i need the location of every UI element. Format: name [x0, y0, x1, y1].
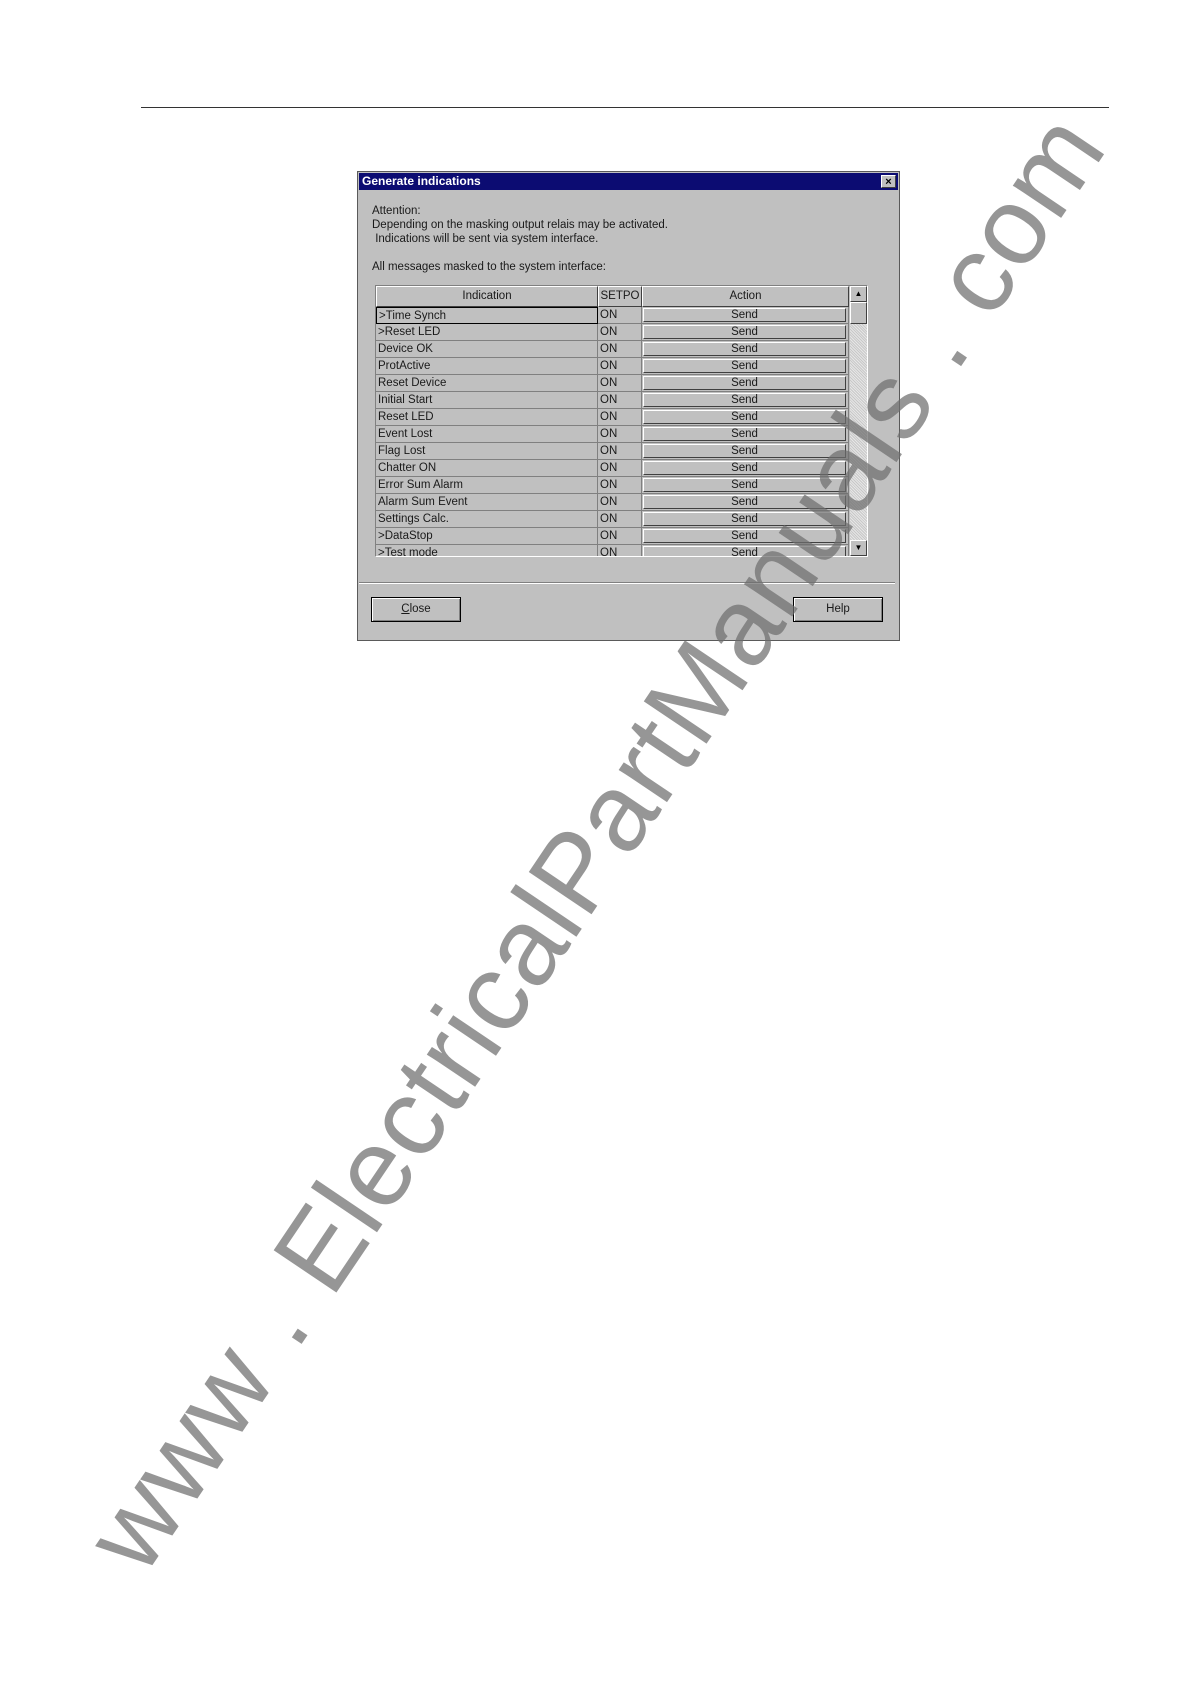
action-cell: Send	[642, 443, 849, 460]
warning-text: Depending on the masking output relais m…	[372, 219, 668, 231]
table-row[interactable]: >Test mode ON Send	[376, 545, 849, 556]
attention-label: Attention:	[372, 205, 421, 217]
value-cell[interactable]: ON	[598, 341, 642, 358]
indication-cell[interactable]: >Test mode	[376, 545, 598, 556]
indication-cell[interactable]: Alarm Sum Event	[376, 494, 598, 511]
value-cell[interactable]: ON	[598, 426, 642, 443]
close-button-label: lose	[409, 603, 431, 615]
table-row[interactable]: Chatter ON ON Send	[376, 460, 849, 477]
value-cell[interactable]: ON	[598, 494, 642, 511]
indication-cell[interactable]: ProtActive	[376, 358, 598, 375]
generate-indications-dialog: Generate indications × Attention: Depend…	[357, 171, 900, 641]
action-cell: Send	[642, 324, 849, 341]
indications-table-body: Indication SETPO Action >Time Synch ON Sen…	[376, 286, 849, 556]
indication-cell[interactable]: >DataStop	[376, 528, 598, 545]
close-button[interactable]: Close	[371, 597, 461, 622]
scroll-down-icon[interactable]: ▼	[850, 540, 867, 556]
value-cell[interactable]: ON	[598, 324, 642, 341]
table-row[interactable]: Reset LED ON Send	[376, 409, 849, 426]
action-cell: Send	[642, 477, 849, 494]
close-icon[interactable]: ×	[881, 175, 896, 188]
action-cell: Send	[642, 375, 849, 392]
table-row[interactable]: Event Lost ON Send	[376, 426, 849, 443]
indication-cell[interactable]: Event Lost	[376, 426, 598, 443]
table-row[interactable]: >DataStop ON Send	[376, 528, 849, 545]
table-row[interactable]: Device OK ON Send	[376, 341, 849, 358]
send-button[interactable]: Send	[643, 359, 846, 373]
column-header-value[interactable]: SETPO	[598, 286, 642, 307]
table-row[interactable]: Reset Device ON Send	[376, 375, 849, 392]
send-button[interactable]: Send	[643, 546, 846, 556]
action-cell: Send	[642, 358, 849, 375]
dialog-titlebar[interactable]: Generate indications ×	[359, 173, 898, 190]
table-row[interactable]: >Reset LED ON Send	[376, 324, 849, 341]
send-button[interactable]: Send	[643, 308, 846, 322]
indication-cell[interactable]: Initial Start	[376, 392, 598, 409]
table-caption: All messages masked to the system interf…	[372, 261, 606, 273]
action-cell: Send	[642, 426, 849, 443]
send-button[interactable]: Send	[643, 478, 846, 492]
table-row[interactable]: ProtActive ON Send	[376, 358, 849, 375]
value-cell[interactable]: ON	[598, 545, 642, 556]
help-button[interactable]: Help	[793, 597, 883, 622]
indication-cell[interactable]: Settings Calc.	[376, 511, 598, 528]
value-cell[interactable]: ON	[598, 358, 642, 375]
value-cell[interactable]: ON	[598, 443, 642, 460]
dialog-separator	[359, 582, 895, 584]
send-button[interactable]: Send	[643, 427, 846, 441]
table-row[interactable]: Flag Lost ON Send	[376, 443, 849, 460]
indication-cell[interactable]: Chatter ON	[376, 460, 598, 477]
send-button[interactable]: Send	[643, 495, 846, 509]
table-vertical-scrollbar[interactable]: ▲ ▼	[850, 286, 867, 556]
indication-cell[interactable]: Reset LED	[376, 409, 598, 426]
indications-table[interactable]: Indication SETPO Action >Time Synch ON Sen…	[375, 285, 868, 557]
send-button[interactable]: Send	[643, 376, 846, 390]
send-button[interactable]: Send	[643, 342, 846, 356]
indication-cell[interactable]: Error Sum Alarm	[376, 477, 598, 494]
table-row[interactable]: Settings Calc. ON Send	[376, 511, 849, 528]
table-row[interactable]: Initial Start ON Send	[376, 392, 849, 409]
indication-cell[interactable]: Device OK	[376, 341, 598, 358]
value-cell[interactable]: ON	[598, 392, 642, 409]
send-button[interactable]: Send	[643, 461, 846, 475]
action-cell: Send	[642, 392, 849, 409]
page-top-rule	[141, 107, 1109, 108]
send-button[interactable]: Send	[643, 444, 846, 458]
action-cell: Send	[642, 341, 849, 358]
action-cell: Send	[642, 511, 849, 528]
column-header-indication[interactable]: Indication	[376, 286, 598, 307]
close-button-accelerator: C	[401, 603, 410, 615]
column-header-action[interactable]: Action	[642, 286, 849, 307]
table-row[interactable]: >Time Synch ON Send	[376, 307, 849, 324]
value-cell[interactable]: ON	[598, 375, 642, 392]
value-cell[interactable]: ON	[598, 477, 642, 494]
scroll-thumb[interactable]	[850, 302, 867, 324]
value-cell[interactable]: ON	[598, 460, 642, 477]
action-cell: Send	[642, 460, 849, 477]
action-cell: Send	[642, 528, 849, 545]
send-button[interactable]: Send	[643, 529, 846, 543]
send-button[interactable]: Send	[643, 393, 846, 407]
send-button[interactable]: Send	[643, 410, 846, 424]
indication-cell[interactable]: >Time Synch	[376, 307, 598, 324]
action-cell: Send	[642, 307, 849, 324]
value-cell[interactable]: ON	[598, 409, 642, 426]
value-cell[interactable]: ON	[598, 307, 642, 324]
action-cell: Send	[642, 494, 849, 511]
dialog-title: Generate indications	[362, 174, 481, 188]
indication-cell[interactable]: Reset Device	[376, 375, 598, 392]
indication-cell[interactable]: >Reset LED	[376, 324, 598, 341]
table-row[interactable]: Error Sum Alarm ON Send	[376, 477, 849, 494]
table-row[interactable]: Alarm Sum Event ON Send	[376, 494, 849, 511]
send-button[interactable]: Send	[643, 325, 846, 339]
action-cell: Send	[642, 409, 849, 426]
action-cell: Send	[642, 545, 849, 556]
scroll-up-icon[interactable]: ▲	[850, 286, 867, 302]
value-cell[interactable]: ON	[598, 528, 642, 545]
interface-note: Indications will be sent via system inte…	[372, 233, 599, 245]
value-cell[interactable]: ON	[598, 511, 642, 528]
indication-cell[interactable]: Flag Lost	[376, 443, 598, 460]
send-button[interactable]: Send	[643, 512, 846, 526]
